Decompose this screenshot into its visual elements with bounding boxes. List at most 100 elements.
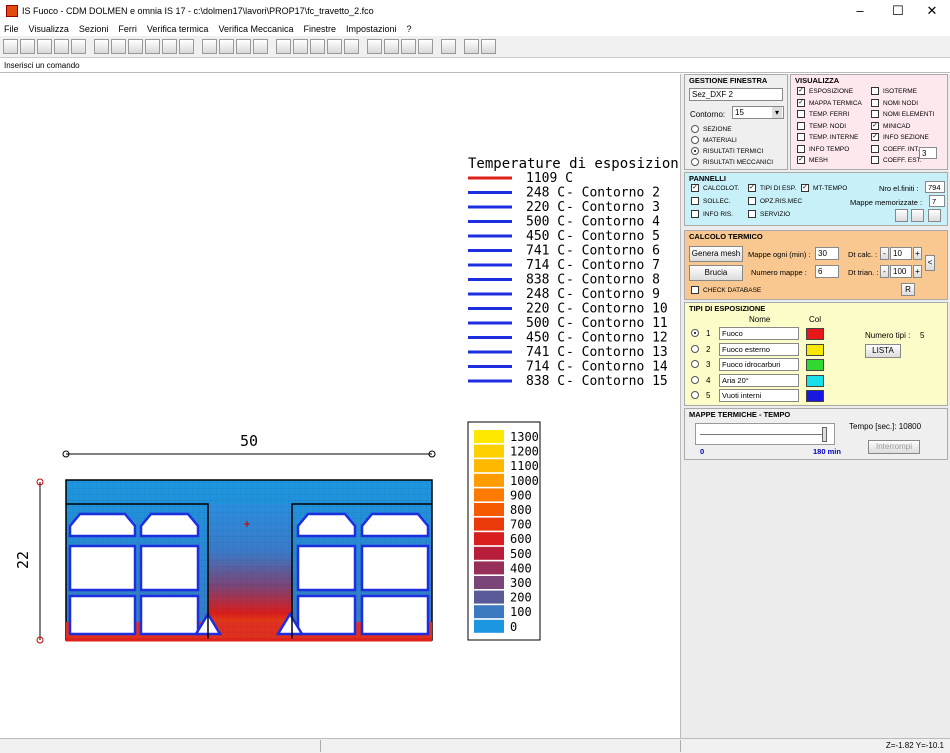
print-icon[interactable] <box>54 39 69 54</box>
checkbox[interactable] <box>871 87 879 95</box>
rebar-icon[interactable] <box>310 39 325 54</box>
exposure-name-field[interactable]: Fuoco <box>719 327 799 340</box>
pan-icon[interactable] <box>145 39 160 54</box>
chart-icon[interactable] <box>928 209 941 222</box>
checkbox[interactable] <box>871 98 879 107</box>
dt-calc-minus[interactable]: - <box>880 247 889 260</box>
fire-icon[interactable] <box>418 39 433 54</box>
panel-checkbox[interactable] <box>748 197 756 205</box>
dt-calc-plus[interactable]: + <box>913 247 922 260</box>
delete-point-icon[interactable] <box>327 39 342 54</box>
node-tool-icon[interactable] <box>219 39 234 54</box>
checkbox[interactable]: ✓ <box>871 133 879 141</box>
mesh-icon[interactable] <box>464 39 479 54</box>
mechanical-check-icon[interactable] <box>441 39 456 54</box>
exposure-color-swatch[interactable] <box>806 328 824 340</box>
exposure-radio[interactable] <box>691 344 699 353</box>
open-folder-icon[interactable] <box>20 39 35 54</box>
camera-icon[interactable] <box>911 209 924 222</box>
command-prompt[interactable]: Inserisci un comando <box>0 59 950 73</box>
brucia-button[interactable]: Brucia <box>689 265 743 281</box>
view-mode-radio[interactable] <box>691 158 699 166</box>
dt-trian-minus[interactable]: - <box>880 265 889 278</box>
menu-finestre[interactable]: Finestre <box>303 24 336 34</box>
refresh-icon[interactable] <box>162 39 177 54</box>
maximize-button[interactable]: ☐ <box>880 0 916 22</box>
exposure-name-field[interactable]: Aria 20° <box>719 373 799 387</box>
checkbox[interactable]: ✓ <box>871 121 879 130</box>
copy-point-icon[interactable] <box>344 39 359 54</box>
view-mode-radio[interactable] <box>691 125 699 133</box>
panel-checkbox[interactable]: ✓ <box>748 184 756 192</box>
chevron-down-icon[interactable]: ▾ <box>772 107 782 118</box>
collapse-arrow-button[interactable]: < <box>925 255 935 271</box>
move-point-icon[interactable] <box>293 39 308 54</box>
exposure-color-swatch[interactable] <box>806 390 824 402</box>
report-icon[interactable] <box>367 39 382 54</box>
contorno-select[interactable]: 15 ▾ <box>732 106 784 119</box>
checkbox[interactable] <box>797 133 805 141</box>
view-mode-radio[interactable] <box>691 136 699 144</box>
lista-button[interactable]: LISTA <box>865 344 901 358</box>
close-button[interactable]: ✕ <box>914 0 950 22</box>
exposure-name-field[interactable]: Fuoco esterno <box>719 342 799 356</box>
exposure-radio[interactable] <box>691 391 699 399</box>
add-point-icon[interactable] <box>276 39 291 54</box>
checkbox[interactable]: ✓ <box>797 87 805 95</box>
exposure-color-swatch[interactable] <box>806 343 824 356</box>
panel-checkbox[interactable] <box>748 210 756 218</box>
menu-file[interactable]: File <box>4 24 19 34</box>
dt-calc-input[interactable]: 10 <box>890 247 912 260</box>
save-icon[interactable] <box>37 39 52 54</box>
time-slider[interactable] <box>695 423 835 445</box>
checkbox[interactable] <box>797 110 805 118</box>
panel-checkbox[interactable] <box>691 197 699 205</box>
exposure-radio[interactable] <box>691 360 699 368</box>
numero-mappe-input[interactable]: 6 <box>815 265 839 278</box>
render-icon[interactable] <box>179 39 194 54</box>
section-name-input[interactable]: Sez_DXF 2 <box>689 88 783 101</box>
checkbox[interactable] <box>871 110 879 118</box>
exposure-color-swatch[interactable] <box>806 359 824 371</box>
check-database-checkbox[interactable] <box>691 286 699 294</box>
slider-thumb[interactable] <box>822 427 827 442</box>
panel-checkbox[interactable]: ✓ <box>691 184 699 192</box>
new-file-icon[interactable] <box>3 39 18 54</box>
checkbox[interactable] <box>797 121 805 130</box>
exposure-color-swatch[interactable] <box>806 374 824 387</box>
menu-verifica-meccanica[interactable]: Verifica Meccanica <box>218 24 293 34</box>
exposure-radio[interactable] <box>691 375 699 384</box>
checkbox[interactable] <box>871 156 879 164</box>
checkbox[interactable]: ✓ <box>797 98 805 107</box>
minimize-button[interactable]: – <box>842 0 878 22</box>
element-tool-icon[interactable] <box>236 39 251 54</box>
genera-mesh-button[interactable]: Genera mesh <box>689 246 743 262</box>
menu-help[interactable]: ? <box>407 24 412 34</box>
coeff-input[interactable]: 3 <box>919 147 937 159</box>
render-small-icon[interactable] <box>895 209 908 222</box>
interrompi-button[interactable]: Interrompi <box>868 440 920 454</box>
section-tool-icon[interactable] <box>202 39 217 54</box>
dt-trian-input[interactable]: 100 <box>890 265 912 278</box>
menu-visualizza[interactable]: Visualizza <box>29 24 69 34</box>
interaction-icon[interactable] <box>481 39 496 54</box>
zoom-in-icon[interactable] <box>111 39 126 54</box>
menu-ferri[interactable]: Ferri <box>118 24 137 34</box>
mappe-ogni-input[interactable]: 30 <box>815 247 839 260</box>
checkbox[interactable]: ✓ <box>797 156 805 164</box>
edit-icon[interactable] <box>71 39 86 54</box>
menu-verifica-termica[interactable]: Verifica termica <box>147 24 209 34</box>
panel-checkbox[interactable] <box>691 210 699 218</box>
zoom-all-icon[interactable] <box>94 39 109 54</box>
grid-icon[interactable] <box>401 39 416 54</box>
checkbox[interactable] <box>871 144 879 153</box>
menu-impostazioni[interactable]: Impostazioni <box>346 24 397 34</box>
checkbox[interactable] <box>797 144 805 153</box>
exposure-name-field[interactable]: Fuoco idrocarburi <box>719 358 799 371</box>
exposure-radio[interactable] <box>691 329 699 337</box>
zoom-out-icon[interactable] <box>128 39 143 54</box>
material-tool-icon[interactable] <box>253 39 268 54</box>
menu-sezioni[interactable]: Sezioni <box>79 24 109 34</box>
panel-checkbox[interactable]: ✓ <box>801 184 809 192</box>
reset-button[interactable]: R <box>901 283 915 296</box>
